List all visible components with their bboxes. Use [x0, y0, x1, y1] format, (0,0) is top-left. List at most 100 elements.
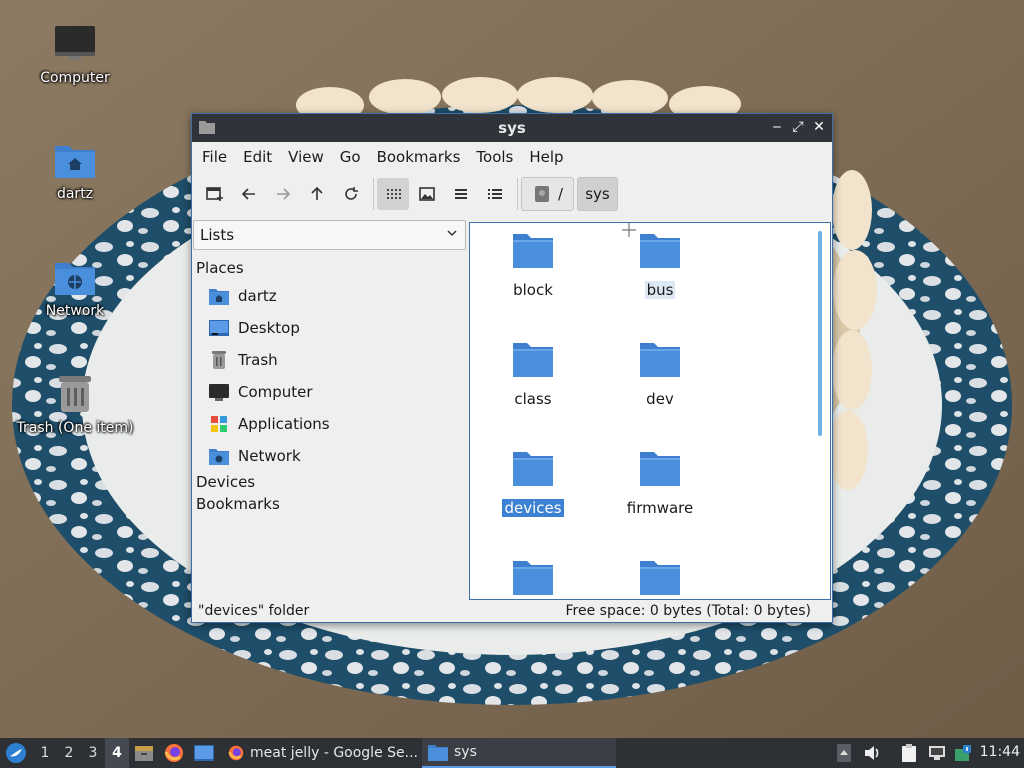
side-pane-mode-select[interactable]: Lists: [193, 220, 466, 250]
desktop-icon: [209, 319, 229, 337]
sidebar-item-label: Computer: [238, 383, 313, 401]
drive-icon: [535, 186, 549, 202]
clock[interactable]: 11:44: [980, 744, 1020, 760]
sidebar-item-applications[interactable]: Applications: [193, 408, 467, 440]
window-title: sys: [498, 119, 526, 137]
folder-icon: [640, 343, 680, 377]
desktop-icon-label: dartz: [56, 186, 94, 202]
detailed-list-view-button[interactable]: [479, 178, 511, 210]
folder-icon: [640, 561, 680, 595]
menu-tools[interactable]: Tools: [468, 142, 521, 172]
path-button-root[interactable]: /: [521, 177, 574, 211]
bookmarks-heading[interactable]: Bookmarks: [193, 495, 467, 513]
clipboard-button[interactable]: [898, 738, 920, 768]
menu-file[interactable]: File: [194, 142, 235, 172]
new-tab-button[interactable]: [199, 178, 231, 210]
sidebar-item-label: Applications: [238, 415, 330, 433]
reload-icon: [345, 187, 358, 200]
sidebar-item-computer[interactable]: Computer: [193, 376, 467, 408]
volume-button[interactable]: [861, 738, 883, 768]
desktop-icon-network[interactable]: Network: [10, 257, 140, 319]
back-button[interactable]: [233, 178, 265, 210]
icon-view-button[interactable]: [377, 178, 409, 210]
archive-icon: [135, 746, 153, 761]
icon-view-icon: [387, 189, 401, 199]
file-item[interactable]: [478, 558, 588, 599]
up-button[interactable]: [301, 178, 333, 210]
vertical-scrollbar[interactable]: [818, 231, 822, 436]
thumbnail-view-icon: [419, 187, 435, 201]
quicklaunch-desktop[interactable]: [192, 738, 216, 768]
file-item[interactable]: devices: [478, 449, 588, 517]
detailed-list-view-icon: [488, 189, 502, 199]
devices-heading[interactable]: Devices: [193, 473, 467, 491]
menu-bookmarks[interactable]: Bookmarks: [369, 142, 469, 172]
sidebar-item-desktop[interactable]: Desktop: [193, 312, 467, 344]
file-item[interactable]: firmware: [605, 449, 715, 517]
file-item-label: devices: [502, 499, 564, 517]
maximize-button[interactable]: ⤢: [789, 118, 807, 136]
thumbnail-view-button[interactable]: [411, 178, 443, 210]
start-menu-button[interactable]: [4, 738, 28, 768]
network-folder-icon: [209, 447, 229, 465]
workspace-3[interactable]: 3: [81, 738, 105, 768]
workspace-1[interactable]: 1: [33, 738, 57, 768]
path-label-root: /: [558, 185, 564, 203]
file-item[interactable]: dev: [605, 340, 715, 408]
task-label: meat jelly - Google Se...: [250, 745, 418, 761]
desktop-icon-label: Trash (One item): [16, 420, 134, 436]
tray-expand-button[interactable]: [834, 738, 854, 768]
forward-button[interactable]: [267, 178, 299, 210]
minimize-button[interactable]: ‒: [768, 118, 786, 136]
quicklaunch-file-manager[interactable]: [132, 738, 156, 768]
toolbar-separator: [373, 178, 374, 210]
quicklaunch-firefox[interactable]: [162, 738, 186, 768]
computer-icon: [209, 383, 229, 401]
sidebar-item-network[interactable]: Network: [193, 440, 467, 472]
task-sys[interactable]: sys: [422, 738, 616, 768]
close-button[interactable]: ✕: [810, 118, 828, 136]
compact-view-button[interactable]: [445, 178, 477, 210]
task-label: sys: [454, 744, 477, 760]
file-item-label: class: [514, 390, 552, 408]
network-button[interactable]: [926, 738, 948, 768]
reload-button[interactable]: [335, 178, 367, 210]
places-heading[interactable]: Places: [193, 259, 467, 277]
home-folder-icon: [53, 140, 97, 180]
folder-icon: [513, 452, 553, 486]
firefox-icon: [228, 745, 244, 761]
update-notifier-button[interactable]: [952, 738, 974, 768]
file-item[interactable]: [605, 558, 715, 599]
menu-help[interactable]: Help: [521, 142, 571, 172]
sidebar-item-label: dartz: [238, 287, 277, 305]
workspace-4[interactable]: 4: [105, 738, 129, 768]
menu-go[interactable]: Go: [332, 142, 369, 172]
desktop-icon-computer[interactable]: Computer: [10, 24, 140, 86]
folder-icon: [428, 745, 448, 761]
applications-icon: [209, 415, 229, 433]
task-firefox[interactable]: meat jelly - Google Se...: [222, 738, 418, 768]
network-folder-icon: [53, 257, 97, 297]
status-free-space: Free space: 0 bytes (Total: 0 bytes): [565, 603, 812, 619]
menu-edit[interactable]: Edit: [235, 142, 280, 172]
workspace-2[interactable]: 2: [57, 738, 81, 768]
file-item-label: dev: [646, 390, 674, 408]
mouse-cursor-icon: [622, 223, 636, 237]
path-button-sys[interactable]: sys: [577, 177, 618, 211]
chevron-down-icon: [447, 230, 457, 237]
new-tab-icon: [206, 187, 223, 201]
trash-icon: [53, 374, 97, 414]
file-item[interactable]: bus: [605, 231, 715, 299]
folder-view[interactable]: block bus class dev devices firmware: [469, 222, 831, 600]
desktop-icon-label: Network: [45, 303, 105, 319]
compact-view-icon: [455, 189, 467, 199]
file-item[interactable]: block: [478, 231, 588, 299]
file-item[interactable]: class: [478, 340, 588, 408]
sidebar-item-trash[interactable]: Trash: [193, 344, 467, 376]
network-wired-icon: [929, 746, 945, 760]
window-titlebar[interactable]: sys ‒ ⤢ ✕: [192, 114, 832, 142]
menu-view[interactable]: View: [280, 142, 332, 172]
desktop-icon-trash[interactable]: Trash (One item): [10, 374, 140, 436]
sidebar-item-dartz[interactable]: dartz: [193, 280, 467, 312]
desktop-icon-dartz[interactable]: dartz: [10, 140, 140, 202]
